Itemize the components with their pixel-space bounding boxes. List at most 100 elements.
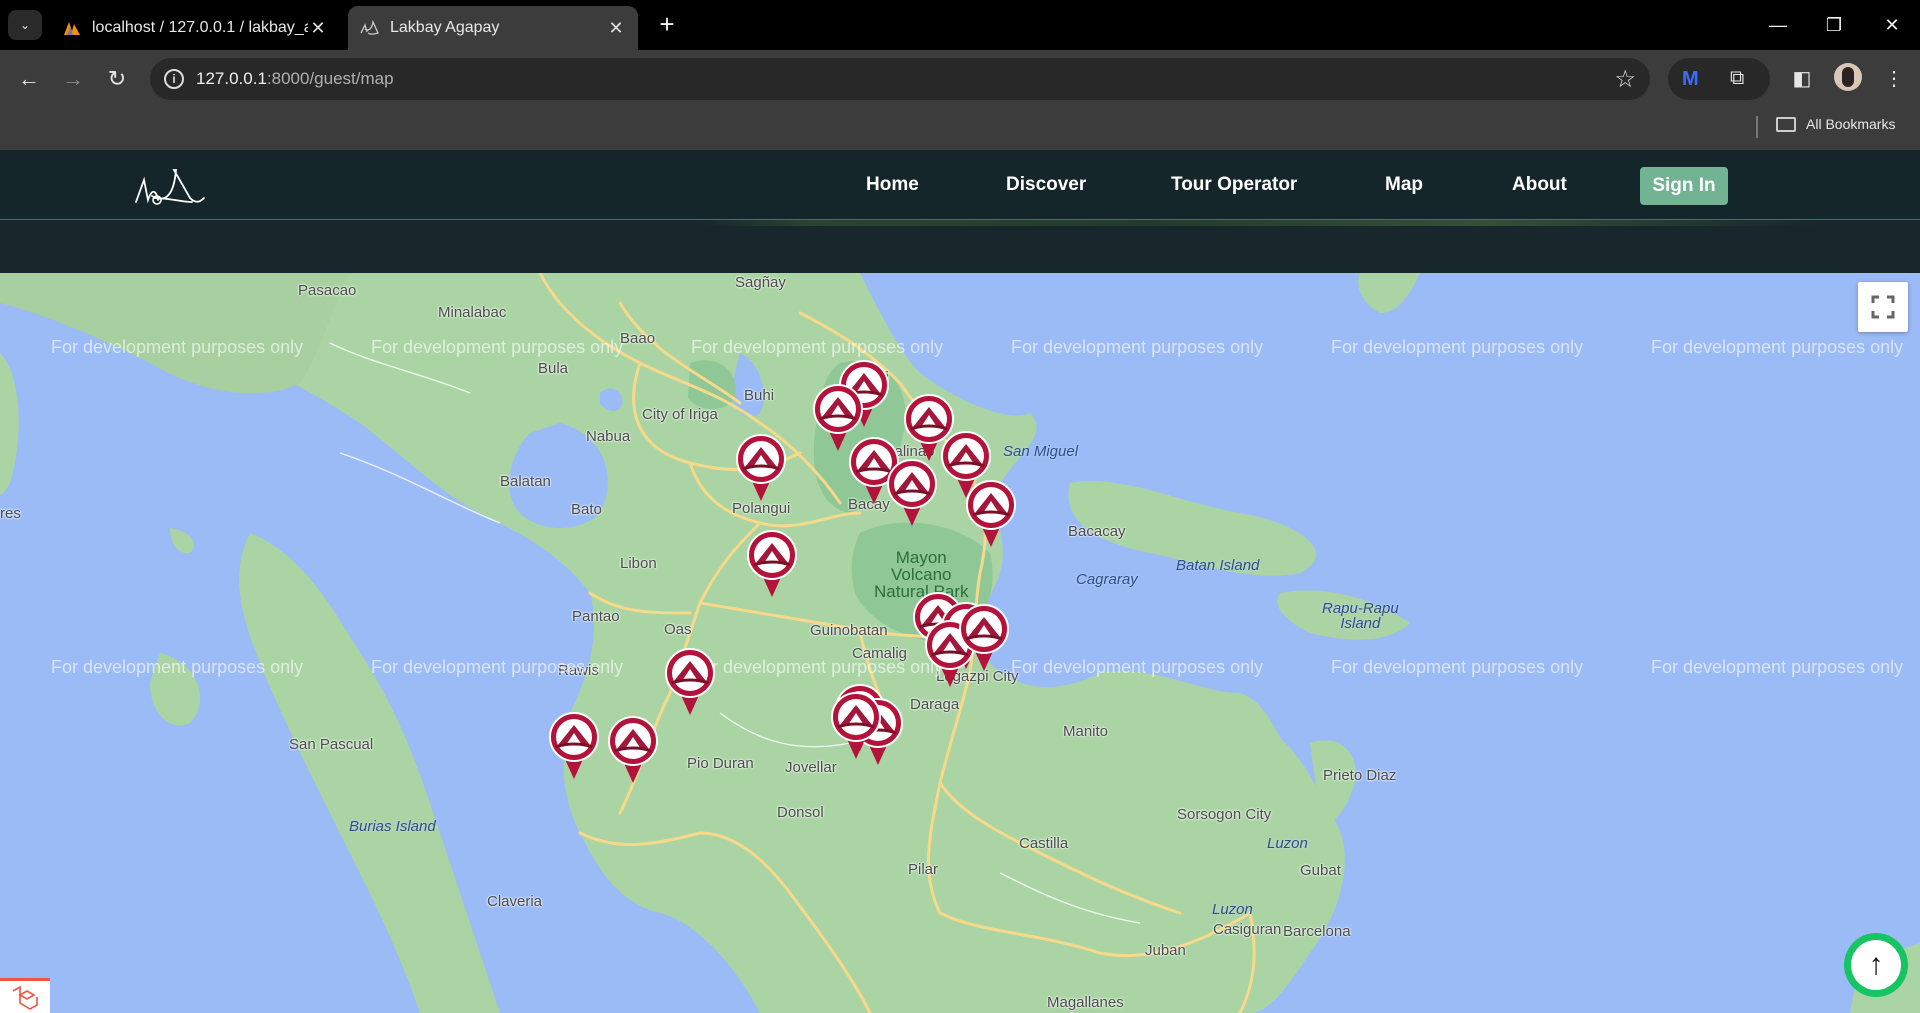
dev-watermark: For development purposes only	[51, 337, 304, 357]
reload-button[interactable]: ↻	[102, 64, 132, 94]
menu-kebab-icon[interactable]: ⋮	[1880, 66, 1908, 94]
restore-button[interactable]: ❐	[1814, 10, 1854, 40]
site-info-icon[interactable]: i	[164, 69, 184, 89]
all-bookmarks-button[interactable]: All Bookmarks	[1776, 116, 1895, 132]
place-label: Claveria	[487, 893, 543, 910]
place-label: Pasacao	[298, 282, 357, 299]
dev-watermark: For development purposes only	[51, 657, 304, 677]
tourist-spot-marker[interactable]	[830, 691, 882, 761]
tourist-spot-marker[interactable]	[958, 603, 1010, 673]
sign-in-button[interactable]: Sign In	[1640, 167, 1728, 205]
nav-about[interactable]: About	[1512, 174, 1567, 196]
bookmark-star-icon[interactable]: ☆	[1614, 65, 1636, 94]
browser-tabbar: ⌄ localhost / 127.0.0.1 / lakbay_ag ✕ La…	[0, 0, 1920, 50]
place-label: Pantao	[572, 608, 620, 625]
dev-watermark: For development purposes only	[1651, 337, 1904, 357]
site-navbar: Home Discover Tour Operator Map About Si…	[0, 150, 1920, 220]
nav-discover[interactable]: Discover	[1006, 174, 1086, 196]
url-host: 127.0.0.1	[196, 69, 267, 88]
minimize-button[interactable]: —	[1758, 10, 1798, 40]
dev-watermark: For development purposes only	[1651, 657, 1904, 677]
tourist-spot-marker[interactable]	[746, 529, 798, 599]
place-label: Sagñay	[735, 274, 786, 291]
nav-tour-operator[interactable]: Tour Operator	[1171, 174, 1297, 196]
lakbay-logo-icon	[360, 19, 379, 35]
browser-toolbar: ← → ↻ i 127.0.0.1:8000/guest/map ☆ M ⧉ ◧…	[0, 50, 1920, 108]
place-label: Pilar	[908, 861, 939, 878]
place-label: Pio Duran	[687, 755, 754, 772]
place-label: Magallanes	[1047, 994, 1124, 1011]
site-header: Home Discover Tour Operator Map About Si…	[0, 150, 1920, 273]
tab-phpmyadmin[interactable]: localhost / 127.0.0.1 / lakbay_ag ✕	[50, 6, 340, 50]
tab-lakbay-agapay[interactable]: Lakbay Agapay ✕	[348, 6, 638, 50]
google-map[interactable]: Pasacao Minalabac Sagñay Baao Bula Buhi …	[0, 273, 1920, 1013]
back-button[interactable]: ←	[14, 64, 44, 94]
dev-watermark: For development purposes only	[1011, 657, 1264, 677]
place-label: Rapu-Rapu Island	[1322, 600, 1399, 632]
place-label: Luzon	[1267, 835, 1308, 852]
tab-close-icon[interactable]: ✕	[308, 18, 328, 39]
tourist-spot-marker[interactable]	[965, 479, 1017, 549]
tab-title: localhost / 127.0.0.1 / lakbay_ag	[92, 19, 308, 36]
place-label: Nabua	[586, 428, 631, 445]
place-label: Manito	[1063, 723, 1109, 740]
close-window-button[interactable]: ✕	[1872, 10, 1912, 40]
laravel-debugbar-badge[interactable]	[0, 978, 50, 1013]
nav-home[interactable]: Home	[866, 174, 919, 196]
tab-search-button[interactable]: ⌄	[8, 10, 42, 40]
place-label: Minalabac	[438, 304, 507, 321]
dev-watermark: For development purposes only	[691, 337, 944, 357]
place-label: Sorsogon City	[1177, 806, 1272, 823]
url-path: :8000/guest/map	[266, 69, 394, 88]
extension-m-icon[interactable]: M	[1682, 68, 1706, 90]
place-label: Batan Island	[1176, 557, 1260, 574]
place-label: Guinobatan	[810, 622, 888, 639]
place-label: Juban	[1145, 942, 1186, 959]
address-bar[interactable]: i 127.0.0.1:8000/guest/map ☆	[150, 58, 1650, 100]
tourist-spot-marker[interactable]	[735, 433, 787, 503]
place-label: San Pascual	[289, 736, 374, 753]
fullscreen-icon	[1871, 295, 1895, 319]
place-label: City of Iriga	[642, 406, 718, 423]
place-label: Casiguran	[1213, 921, 1282, 938]
place-label: Castilla	[1019, 835, 1069, 852]
dev-watermark: For development purposes only	[371, 657, 624, 677]
all-bookmarks-label: All Bookmarks	[1806, 116, 1896, 132]
url-text[interactable]: 127.0.0.1:8000/guest/map	[196, 69, 394, 89]
nav-map[interactable]: Map	[1385, 174, 1423, 196]
place-label: Bula	[538, 360, 569, 377]
scroll-to-top-button[interactable]: ↑	[1844, 933, 1908, 997]
tab-title: Lakbay Agapay	[390, 19, 500, 36]
new-tab-button[interactable]: +	[652, 10, 682, 40]
place-label: Bacacay	[1068, 523, 1126, 540]
hero-image-strip	[700, 220, 1820, 226]
place-label: Burias Island	[349, 818, 436, 835]
bookmarks-separator	[1756, 116, 1758, 138]
dev-watermark: For development purposes only	[1331, 337, 1584, 357]
tab-close-icon[interactable]: ✕	[606, 18, 626, 39]
phpmyadmin-icon	[64, 22, 80, 35]
profile-avatar[interactable]	[1834, 63, 1862, 91]
place-label: Cagraray	[1076, 571, 1138, 588]
extensions-group: M ⧉	[1668, 58, 1770, 100]
map-fullscreen-button[interactable]	[1858, 282, 1908, 332]
tourist-spot-marker[interactable]	[664, 647, 716, 717]
dev-watermark: For development purposes only	[1011, 337, 1264, 357]
place-label: Baao	[620, 330, 656, 347]
folder-icon	[1776, 116, 1796, 132]
place-label: Prieto Diaz	[1323, 767, 1397, 784]
dev-watermark: For development purposes only	[1331, 657, 1584, 677]
extensions-puzzle-icon[interactable]: ⧉	[1730, 67, 1754, 91]
side-panel-icon[interactable]: ◧	[1788, 66, 1816, 94]
dev-watermark: For development purposes only	[371, 337, 624, 357]
tourist-spot-marker[interactable]	[886, 458, 938, 528]
tourist-spot-marker[interactable]	[548, 711, 600, 781]
place-label: Oas	[664, 621, 692, 638]
place-label: Daraga	[910, 696, 960, 713]
place-label: Libon	[620, 555, 657, 572]
lakbay-logo[interactable]	[130, 158, 206, 214]
place-label: San Miguel	[1003, 443, 1079, 460]
forward-button[interactable]: →	[58, 64, 88, 94]
place-label: Jovellar	[785, 759, 837, 776]
tourist-spot-marker[interactable]	[607, 715, 659, 785]
